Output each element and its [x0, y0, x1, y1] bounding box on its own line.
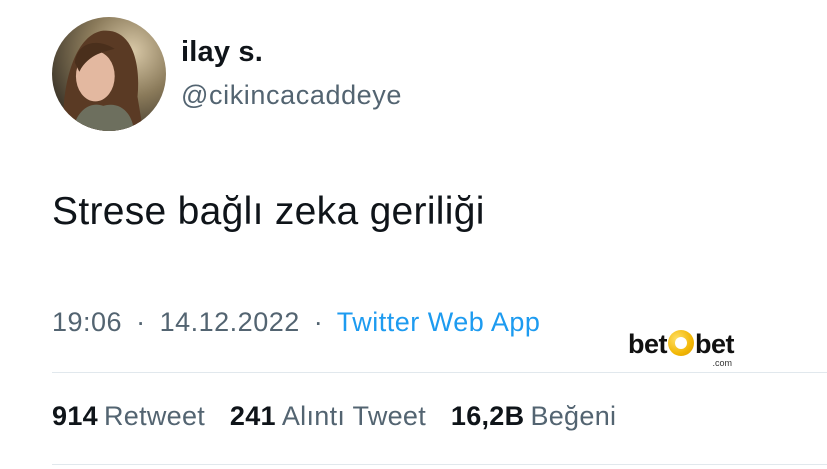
- like-label: Beğeni: [530, 401, 617, 431]
- retweet-count: 914: [52, 401, 98, 431]
- display-name[interactable]: ilay s.: [181, 36, 263, 69]
- avatar[interactable]: [52, 17, 166, 131]
- retweet-label: Retweet: [103, 401, 206, 431]
- divider: [52, 464, 827, 465]
- watermark-text-right: bet: [695, 329, 735, 359]
- avatar-photo-icon: [52, 17, 166, 131]
- meta-separator: ·: [136, 307, 146, 337]
- tweet-source-link[interactable]: Twitter Web App: [337, 307, 541, 337]
- ball-logo-icon: [668, 330, 694, 356]
- tweet-time[interactable]: 19:06: [52, 307, 122, 337]
- watermark-text-left: bet: [628, 329, 668, 359]
- meta-separator: ·: [313, 307, 324, 337]
- retweet-count-link[interactable]: 914 Retweet: [52, 401, 205, 432]
- quote-count: 241: [229, 401, 276, 431]
- quote-label: Alıntı Tweet: [281, 401, 427, 431]
- watermark-domain: .com: [712, 358, 732, 368]
- tweet-meta: 19:06 · 14.12.2022 · Twitter Web App: [52, 307, 540, 338]
- tweet-date[interactable]: 14.12.2022: [160, 307, 300, 337]
- tweet-text: Strese bağlı zeka geriliği: [52, 190, 485, 233]
- divider: [52, 372, 827, 373]
- betebet-watermark: bet bet .com: [628, 329, 735, 368]
- like-count: 16,2B: [450, 401, 525, 431]
- user-handle[interactable]: @cikincacaddeye: [181, 80, 402, 111]
- quote-count-link[interactable]: 241 Alıntı Tweet: [230, 401, 426, 432]
- like-count-link[interactable]: 16,2B Beğeni: [451, 401, 616, 432]
- engagement-stats: 914 Retweet 241 Alıntı Tweet 16,2B Beğeni: [52, 401, 633, 432]
